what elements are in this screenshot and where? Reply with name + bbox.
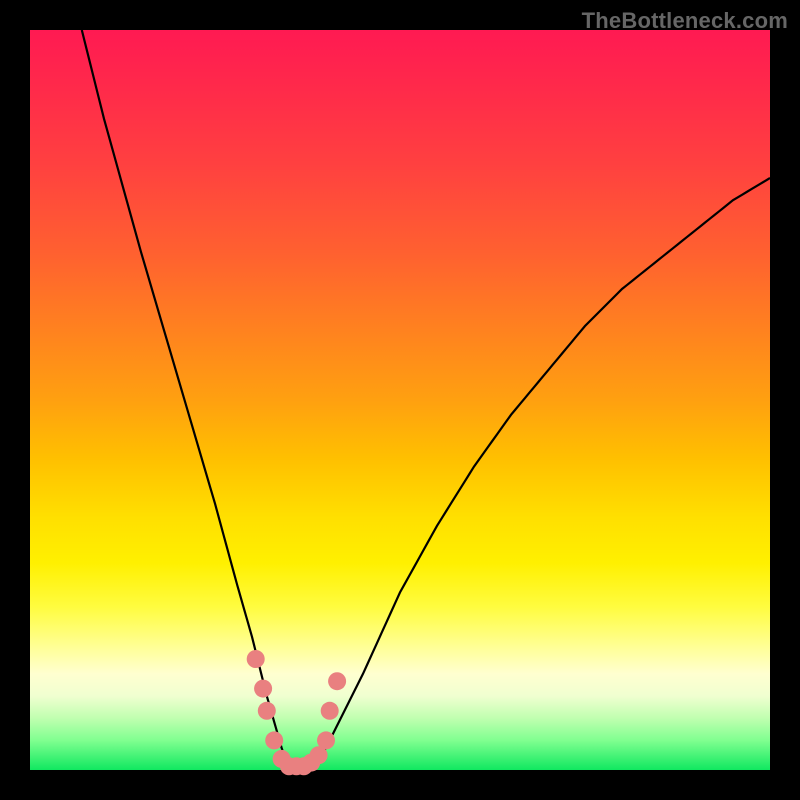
bottleneck-curve bbox=[82, 30, 770, 770]
plot-area bbox=[30, 30, 770, 770]
highlight-dot bbox=[321, 702, 339, 720]
highlight-dot bbox=[317, 731, 335, 749]
highlight-dot bbox=[254, 680, 272, 698]
highlight-dot bbox=[247, 650, 265, 668]
highlight-dots bbox=[247, 650, 346, 775]
highlight-dot bbox=[265, 731, 283, 749]
curve-layer bbox=[30, 30, 770, 770]
highlight-dot bbox=[258, 702, 276, 720]
chart-frame: TheBottleneck.com bbox=[0, 0, 800, 800]
highlight-dot bbox=[328, 672, 346, 690]
